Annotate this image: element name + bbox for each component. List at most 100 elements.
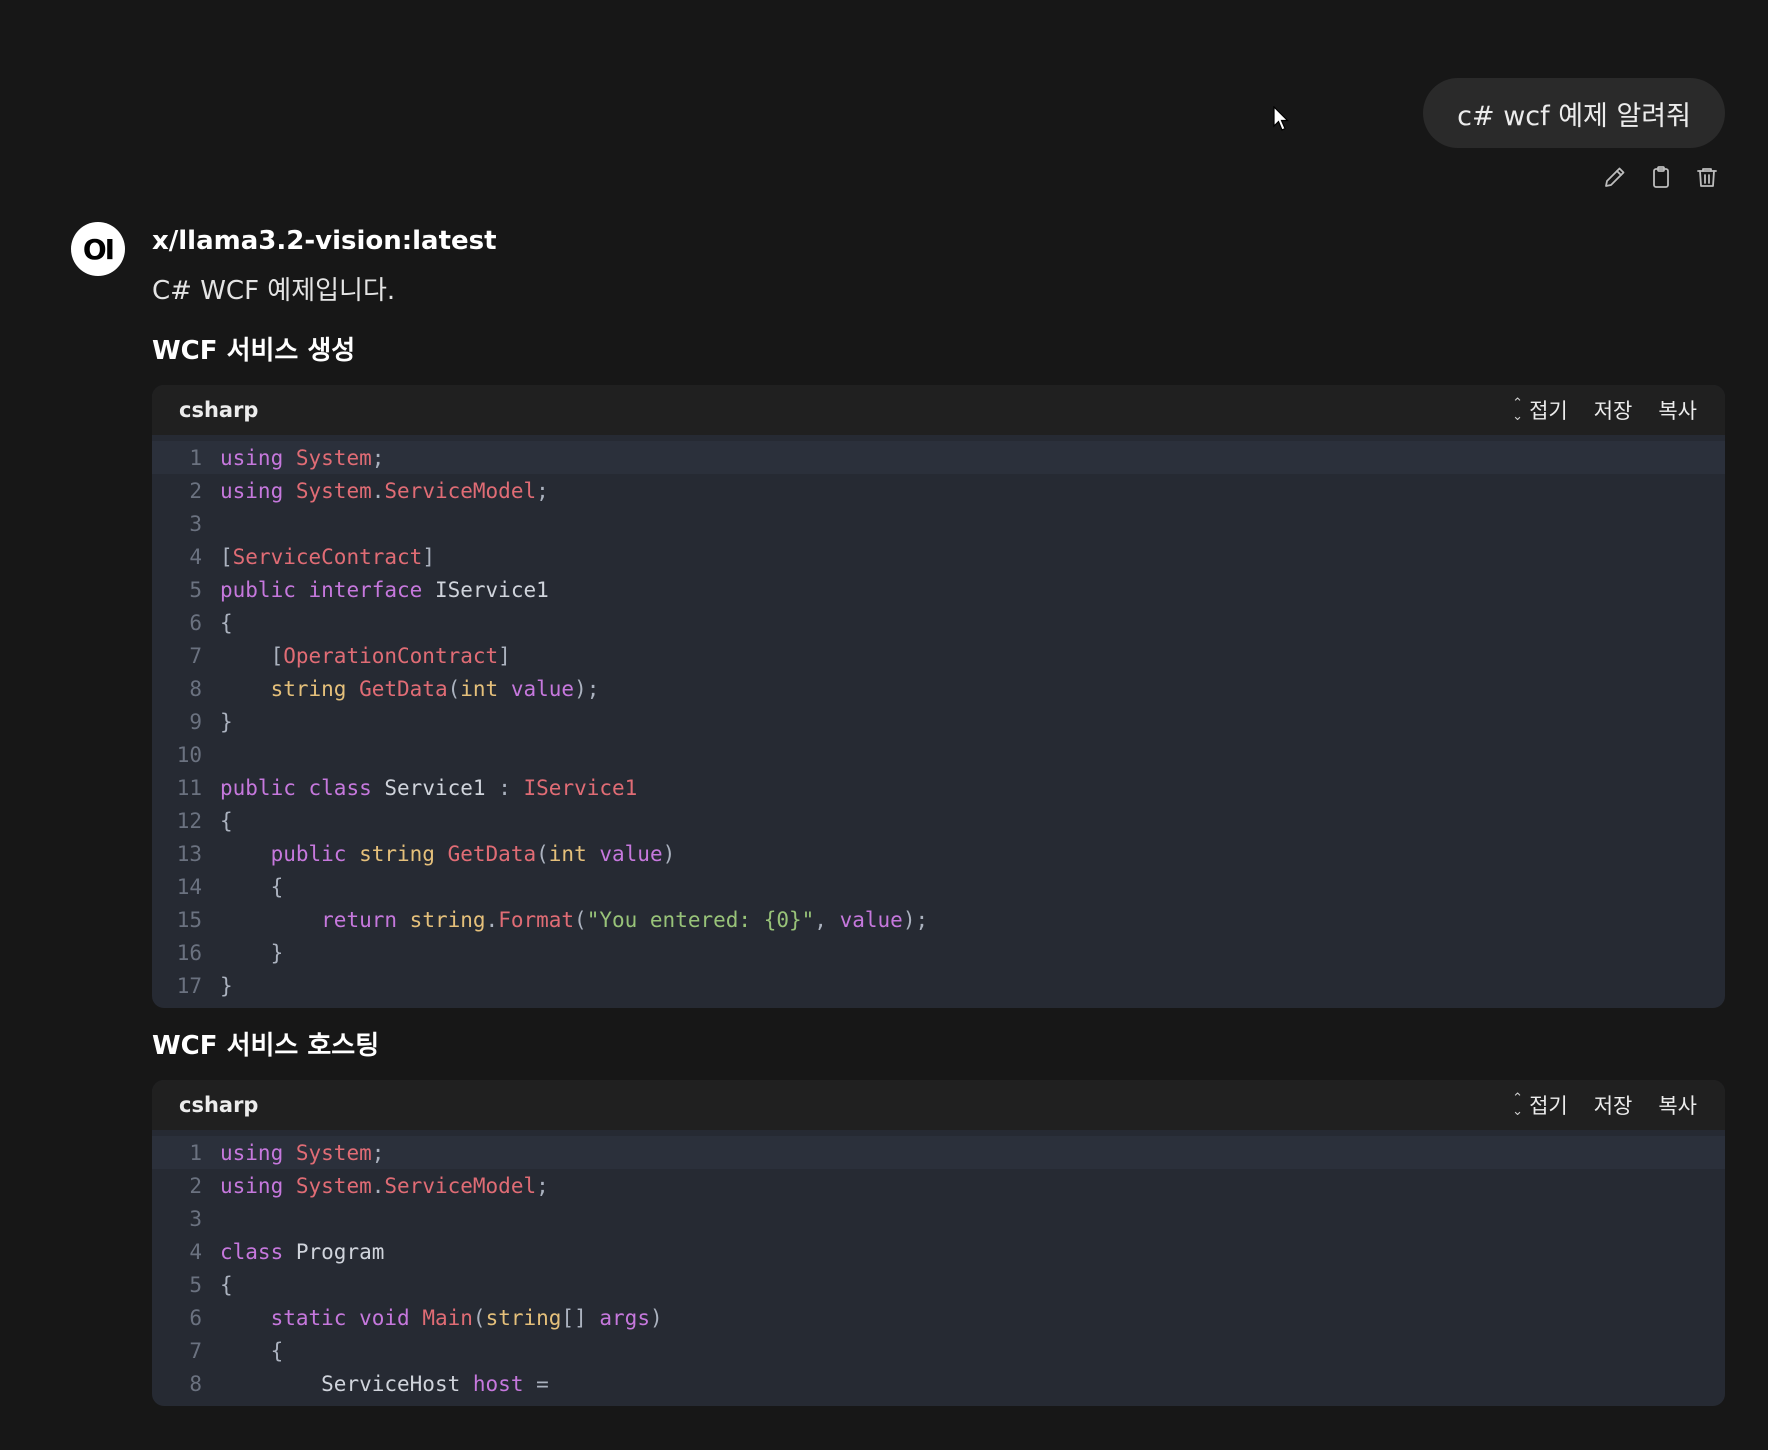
code-line: 10 (152, 738, 1725, 771)
line-number: 1 (189, 445, 202, 470)
line-number: 10 (176, 742, 202, 767)
code-line-text: ServiceHost host = (321, 1371, 549, 1396)
code-line-text: [OperationContract] (270, 643, 511, 668)
code-line-text: string GetData(int value); (270, 676, 600, 701)
code-line: 5 public interface IService1 (152, 573, 1725, 606)
code-line-text: { (220, 808, 233, 833)
model-name: x/llama3.2-vision:latest (152, 226, 497, 256)
code-line: 2 using System.ServiceModel; (152, 474, 1725, 507)
line-number: 1 (189, 1140, 202, 1165)
chat-page: c# wcf 예제 알려줘 OI x/llama3.2-vision:lates… (0, 0, 1768, 1450)
code-line: 16 } (152, 936, 1725, 969)
line-number: 17 (176, 973, 202, 998)
code-line: 3 (152, 507, 1725, 540)
line-number: 4 (189, 1239, 202, 1264)
code-line-text: public class Service1 : IService1 (220, 775, 638, 800)
line-number: 5 (189, 1272, 202, 1297)
code-line: 9} (152, 705, 1725, 738)
line-number: 9 (189, 709, 202, 734)
code-line-text: public string GetData(int value) (270, 841, 676, 866)
code-editor[interactable]: 1 using System; 2 using System.ServiceModel… (152, 1130, 1725, 1406)
line-number: 11 (176, 775, 202, 800)
delete-icon[interactable] (1694, 164, 1720, 190)
line-number: 2 (189, 1173, 202, 1198)
code-block-actions: ⌃ ⌄ 접기 저장 복사 (1512, 1090, 1697, 1120)
line-number: 3 (189, 1206, 202, 1231)
line-number: 15 (176, 907, 202, 932)
code-line: 14 { (152, 870, 1725, 903)
code-editor[interactable]: 1 using System; 2 using System.ServiceModel… (152, 435, 1725, 1008)
code-line-text: using System; (220, 445, 385, 470)
code-line: 2 using System.ServiceModel; (152, 1169, 1725, 1202)
line-number: 6 (189, 610, 202, 635)
code-block-header: csharp ⌃ ⌄ 접기 저장 복사 (152, 385, 1725, 435)
assistant-avatar: OI (71, 222, 125, 276)
code-line-text: } (270, 940, 284, 965)
code-block-header: csharp ⌃ ⌄ 접기 저장 복사 (152, 1080, 1725, 1130)
copy-button[interactable]: 복사 (1658, 395, 1697, 425)
line-number: 7 (189, 1338, 202, 1363)
copy-button[interactable]: 복사 (1658, 1090, 1697, 1120)
code-line-text: { (220, 610, 233, 635)
code-line-text: return string.Format("You entered: {0}",… (321, 907, 929, 932)
code-line-text: } (220, 709, 233, 734)
code-language-label: csharp (179, 1093, 259, 1117)
line-number: 13 (176, 841, 202, 866)
user-message-bubble: c# wcf 예제 알려줘 (1423, 78, 1725, 148)
collapse-label: 접기 (1529, 399, 1568, 423)
copy-icon[interactable] (1648, 164, 1674, 190)
code-line: 8 string GetData(int value); (152, 672, 1725, 705)
code-line-text: static void Main(string[] args) (270, 1305, 663, 1330)
collapse-button[interactable]: ⌃ ⌄ 접기 (1512, 1090, 1568, 1120)
code-line: 15 return string.Format("You entered: {0… (152, 903, 1725, 936)
code-line: 1 using System; (152, 441, 1725, 474)
code-line: 5{ (152, 1268, 1725, 1301)
line-number: 8 (189, 1371, 202, 1396)
save-button[interactable]: 저장 (1594, 395, 1633, 425)
code-line: 13 public string GetData(int value) (152, 837, 1725, 870)
code-line: 1 using System; (152, 1136, 1725, 1169)
code-line: 7 [OperationContract] (152, 639, 1725, 672)
code-line-text: { (220, 1272, 233, 1297)
code-block-actions: ⌃ ⌄ 접기 저장 복사 (1512, 395, 1697, 425)
save-button[interactable]: 저장 (1594, 1090, 1633, 1120)
user-message-actions (1602, 164, 1720, 190)
section-heading: WCF 서비스 호스팅 (152, 1031, 380, 1061)
code-line-text: } (220, 973, 233, 998)
code-line: 17} (152, 969, 1725, 1002)
code-line: 8 ServiceHost host = (152, 1367, 1725, 1400)
line-number: 8 (189, 676, 202, 701)
line-number: 14 (176, 874, 202, 899)
code-line-text: class Program (220, 1239, 385, 1264)
line-number: 12 (176, 808, 202, 833)
code-language-label: csharp (179, 398, 259, 422)
line-number: 16 (176, 940, 202, 965)
code-line-text: [ServiceContract] (220, 544, 435, 569)
code-line-text: { (270, 874, 284, 899)
code-line-text: { (270, 1338, 284, 1363)
code-block: csharp ⌃ ⌄ 접기 저장 복사 1 using System; 2 using … (152, 385, 1725, 1008)
line-number: 4 (189, 544, 202, 569)
mouse-cursor-icon (1273, 106, 1289, 131)
avatar-logo-text: OI (82, 232, 115, 266)
chevron-up-down-icon: ⌃ ⌄ (1512, 1091, 1524, 1119)
code-line-text: using System.ServiceModel; (220, 1173, 549, 1198)
code-line: 11 public class Service1 : IService1 (152, 771, 1725, 804)
assistant-intro-text: C# WCF 예제입니다. (152, 276, 396, 306)
code-block: csharp ⌃ ⌄ 접기 저장 복사 1 using System; 2 using … (152, 1080, 1725, 1406)
code-line-text: public interface IService1 (220, 577, 549, 602)
code-line: 4 [ServiceContract] (152, 540, 1725, 573)
line-number: 7 (189, 643, 202, 668)
line-number: 6 (189, 1305, 202, 1330)
code-line: 3 (152, 1202, 1725, 1235)
line-number: 3 (189, 511, 202, 536)
code-line: 6 static void Main(string[] args) (152, 1301, 1725, 1334)
code-line-text: using System.ServiceModel; (220, 478, 549, 503)
section-heading: WCF 서비스 생성 (152, 336, 356, 366)
code-line: 7 { (152, 1334, 1725, 1367)
code-line: 12 { (152, 804, 1725, 837)
code-line-text: using System; (220, 1140, 385, 1165)
edit-icon[interactable] (1602, 164, 1628, 190)
collapse-button[interactable]: ⌃ ⌄ 접기 (1512, 395, 1568, 425)
line-number: 2 (189, 478, 202, 503)
